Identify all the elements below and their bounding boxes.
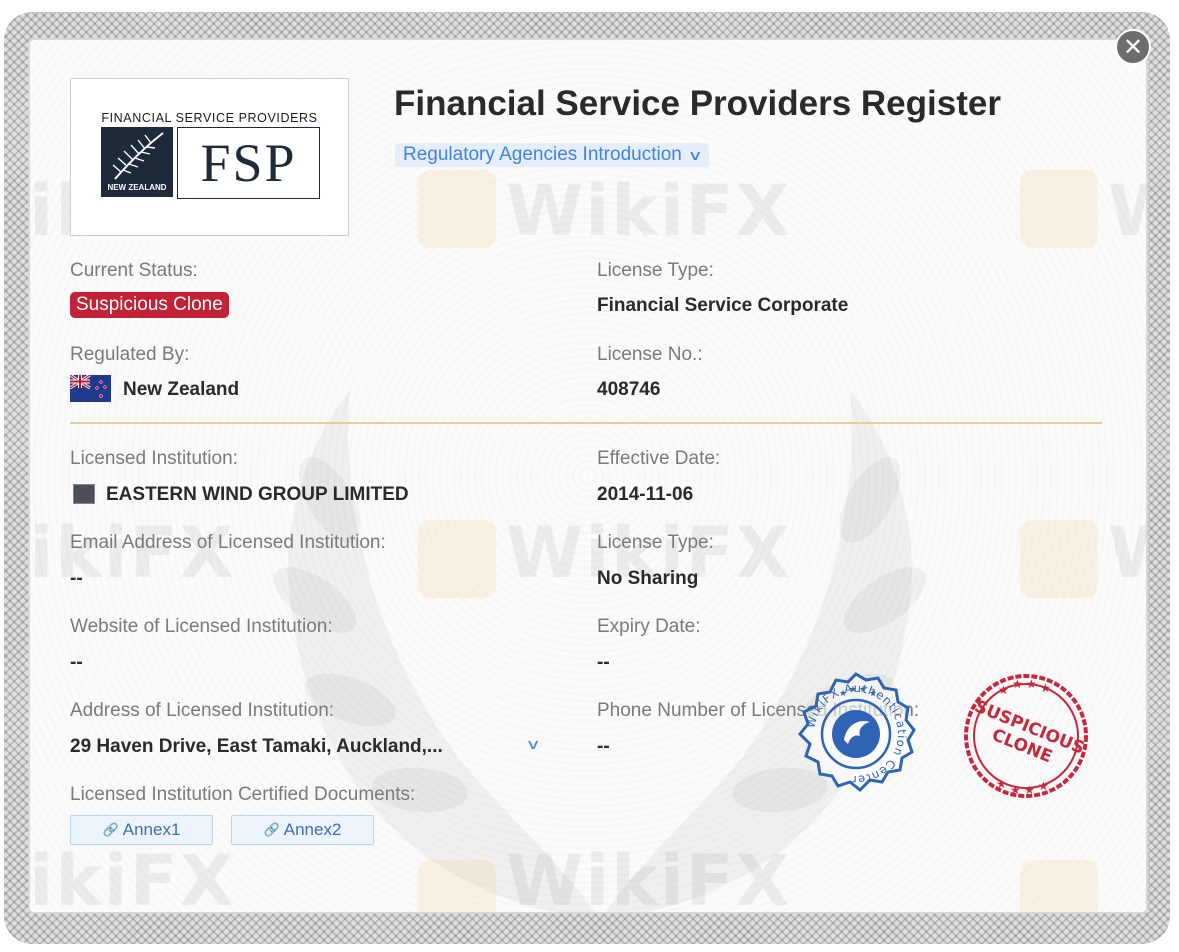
logo-country-mark: NEW ZEALAND bbox=[107, 183, 167, 192]
fern-icon: NEW ZEALAND bbox=[101, 127, 173, 197]
licensed-institution-value: EASTERN WIND GROUP LIMITED bbox=[106, 484, 409, 505]
effective-date-value: 2014-11-06 bbox=[597, 484, 694, 505]
close-icon: ✕ bbox=[1122, 33, 1144, 61]
annex2-label: Annex2 bbox=[283, 820, 342, 839]
logo-top-text: FINANCIAL SERVICE PROVIDERS bbox=[101, 111, 318, 125]
svg-text:★: ★ bbox=[1024, 783, 1035, 797]
wikifx-watermark-logo bbox=[1020, 520, 1098, 598]
wikifx-watermark-logo bbox=[418, 860, 496, 912]
link-icon: 🔗 bbox=[263, 822, 280, 837]
wikifx-watermark: WikiFX bbox=[506, 170, 792, 252]
page-title: Financial Service Providers Register bbox=[394, 84, 1001, 123]
svg-text:★: ★ bbox=[869, 688, 877, 698]
wikifx-authentication-stamp: WikiFX Authentication Center ★ ★ ★ ★ bbox=[797, 672, 916, 793]
link-icon: 🔗 bbox=[102, 822, 119, 837]
license-type-value: Financial Service Corporate bbox=[597, 295, 849, 316]
regulated-by-label: Regulated By: bbox=[70, 344, 190, 365]
address-expand-chevron-icon[interactable]: ∨ bbox=[525, 736, 540, 753]
wikifx-watermark-logo bbox=[1020, 170, 1098, 248]
nz-flag-icon bbox=[70, 375, 111, 402]
fsp-logo: FINANCIAL SERVICE PROVIDERS NEW ZEALAND … bbox=[70, 78, 349, 236]
svg-text:★: ★ bbox=[1038, 779, 1049, 793]
svg-text:★: ★ bbox=[849, 684, 857, 694]
website-value: -- bbox=[70, 652, 83, 673]
svg-text:★: ★ bbox=[1026, 677, 1037, 691]
suspicious-clone-stamp: ★ ★ ★ ★ ★ ★ ★ ★ SUSPICIOUS CLONE bbox=[964, 674, 1088, 798]
svg-text:★: ★ bbox=[839, 688, 847, 698]
license-type-label: License Type: bbox=[597, 260, 714, 281]
phone-value: -- bbox=[597, 736, 610, 757]
svg-text:★: ★ bbox=[1010, 783, 1021, 797]
regulatory-link-label: Regulatory Agencies Introduction bbox=[403, 144, 682, 165]
svg-text:★: ★ bbox=[998, 683, 1009, 697]
wikifx-watermark-logo bbox=[418, 520, 496, 598]
documents-label: Licensed Institution Certified Documents… bbox=[70, 784, 416, 805]
wikifx-watermark: WikiFX bbox=[1108, 170, 1146, 252]
logo-abbr: FSP bbox=[177, 127, 320, 199]
annex1-label: Annex1 bbox=[122, 820, 181, 839]
expiry-date-label: Expiry Date: bbox=[597, 616, 701, 637]
close-button[interactable]: ✕ bbox=[1115, 29, 1151, 65]
licensed-institution-label: Licensed Institution: bbox=[70, 448, 238, 469]
effective-date-label: Effective Date: bbox=[597, 448, 721, 469]
email-value: -- bbox=[70, 568, 83, 589]
svg-text:★: ★ bbox=[1040, 681, 1051, 695]
website-label: Website of Licensed Institution: bbox=[70, 616, 333, 637]
svg-text:★: ★ bbox=[859, 684, 867, 694]
wikifx-watermark: WikiFX bbox=[1108, 512, 1146, 594]
regulated-by-value: New Zealand bbox=[123, 379, 240, 400]
annex1-link[interactable]: 🔗 Annex1 bbox=[70, 815, 213, 845]
license-no-value: 408746 bbox=[597, 379, 661, 400]
regulatory-agencies-link[interactable]: Regulatory Agencies Introduction ∨ bbox=[395, 143, 710, 167]
address-value: 29 Haven Drive, East Tamaki, Auckland,..… bbox=[70, 736, 443, 757]
license-type2-value: No Sharing bbox=[597, 568, 699, 589]
svg-text:★: ★ bbox=[1012, 677, 1023, 691]
wikifx-watermark: WikiFX bbox=[506, 840, 792, 914]
address-label: Address of Licensed Institution: bbox=[70, 700, 335, 721]
current-status-label: Current Status: bbox=[70, 260, 198, 281]
section-divider bbox=[70, 422, 1102, 424]
wikifx-watermark-logo bbox=[418, 170, 496, 248]
license-no-label: License No.: bbox=[597, 344, 703, 365]
email-label: Email Address of Licensed Institution: bbox=[70, 532, 386, 553]
status-badge: Suspicious Clone bbox=[70, 292, 229, 318]
expiry-date-value: -- bbox=[597, 652, 610, 673]
chevron-down-icon: ∨ bbox=[687, 146, 703, 163]
institution-logo-icon bbox=[73, 484, 95, 504]
wikifx-watermark-logo bbox=[1020, 860, 1098, 912]
license-type2-label: License Type: bbox=[597, 532, 714, 553]
svg-text:★: ★ bbox=[996, 777, 1007, 791]
annex2-link[interactable]: 🔗 Annex2 bbox=[231, 815, 374, 845]
wikifx-watermark: WikiFX bbox=[29, 840, 236, 914]
